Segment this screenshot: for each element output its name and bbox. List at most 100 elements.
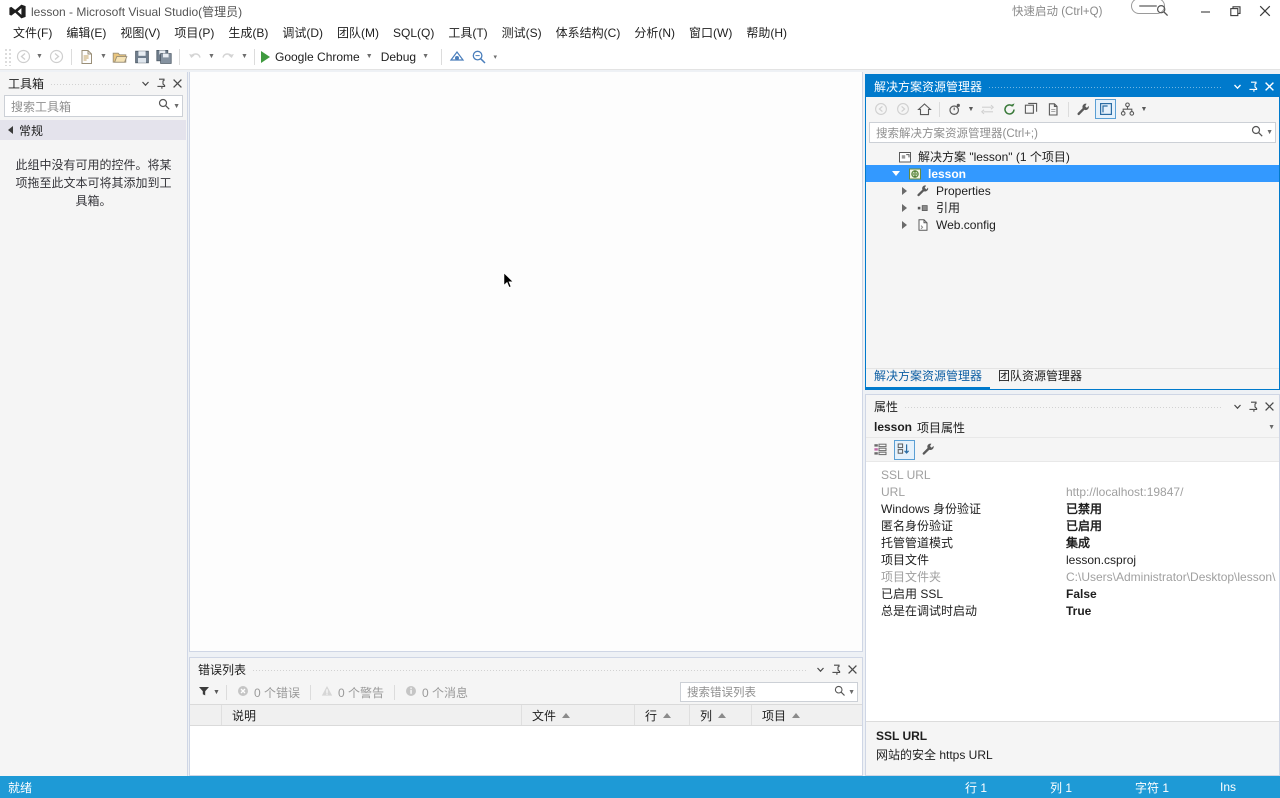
minimize-button[interactable] <box>1190 0 1220 22</box>
error-list-column-description[interactable]: 说明 <box>222 705 522 725</box>
chevron-down-icon[interactable] <box>812 660 828 678</box>
close-icon[interactable] <box>844 660 860 678</box>
search-icon[interactable] <box>1251 125 1264 141</box>
new-project-dropdown-icon[interactable]: ▼ <box>98 46 109 68</box>
pending-changes-filter-icon[interactable] <box>944 99 965 119</box>
property-value[interactable]: http://localhost:19847/ <box>1061 485 1279 499</box>
pin-icon[interactable] <box>1245 77 1261 95</box>
property-row[interactable]: 已启用 SSL False <box>866 585 1279 602</box>
search-icon[interactable] <box>158 98 171 114</box>
tree-expander-closed[interactable] <box>898 203 910 212</box>
forward-icon[interactable] <box>892 99 913 119</box>
close-icon[interactable] <box>1261 397 1277 415</box>
solution-explorer-search-input[interactable]: 搜索解决方案资源管理器(Ctrl+;) ▼ <box>869 122 1276 143</box>
tree-expander-closed[interactable] <box>898 186 910 195</box>
warning-count-toggle[interactable]: 0 个警告 <box>313 682 392 702</box>
start-debugging-button[interactable]: Google Chrome <box>259 46 364 68</box>
close-button[interactable] <box>1250 0 1280 22</box>
menu-debug[interactable]: 调试(D) <box>275 23 330 43</box>
tab-team-explorer[interactable]: 团队资源管理器 <box>990 365 1090 389</box>
property-row[interactable]: 总是在调试时启动 True <box>866 602 1279 619</box>
message-count-toggle[interactable]: 0 个消息 <box>397 682 476 702</box>
solution-explorer-overflow-icon[interactable]: ▼ <box>1139 99 1149 119</box>
pending-changes-dropdown-icon[interactable]: ▼ <box>966 99 976 119</box>
solution-explorer-drag-area[interactable] <box>988 75 1223 97</box>
toolbox-search-input[interactable]: 搜索工具箱 ▼ <box>4 95 183 117</box>
error-list-column-file[interactable]: 文件 <box>522 705 635 725</box>
property-row[interactable]: URL http://localhost:19847/ <box>866 483 1279 500</box>
menu-help[interactable]: 帮助(H) <box>739 23 794 43</box>
error-list-column-project[interactable]: 项目 <box>752 705 862 725</box>
tree-item-web-config[interactable]: Web.config <box>866 216 1279 233</box>
pin-icon[interactable] <box>153 74 169 92</box>
menu-view[interactable]: 视图(V) <box>113 23 167 43</box>
save-all-icon[interactable] <box>153 46 175 68</box>
categorized-view-icon[interactable] <box>870 440 891 460</box>
undo-dropdown-icon[interactable]: ▼ <box>206 46 217 68</box>
solution-configuration-combo[interactable]: Debug ▼ <box>375 47 437 67</box>
tree-expander-open[interactable] <box>890 171 902 176</box>
navigate-back-icon[interactable] <box>12 46 34 68</box>
home-icon[interactable] <box>914 99 935 119</box>
menu-tools[interactable]: 工具(T) <box>441 23 494 43</box>
alphabetical-sort-icon[interactable] <box>894 439 915 460</box>
save-icon[interactable] <box>131 46 153 68</box>
menu-project[interactable]: 项目(P) <box>167 23 221 43</box>
tree-item-references[interactable]: 引用 <box>866 199 1279 216</box>
quick-launch-box[interactable]: 快速启动 (Ctrl+Q) <box>1012 2 1172 20</box>
properties-drag-area[interactable] <box>904 395 1223 417</box>
error-list-drag-area[interactable] <box>252 658 806 680</box>
error-filter-button[interactable]: ▼ <box>194 682 224 702</box>
chevron-down-icon[interactable]: ▼ <box>1268 424 1275 431</box>
property-value[interactable]: False <box>1061 587 1279 601</box>
property-row[interactable]: Windows 身份验证 已禁用 <box>866 500 1279 517</box>
property-row[interactable]: 项目文件 lesson.csproj <box>866 551 1279 568</box>
solution-explorer-tree[interactable]: 解决方案 "lesson" (1 个项目) lesson Properties <box>866 146 1279 368</box>
tree-expander-closed[interactable] <box>898 220 910 229</box>
refresh-icon[interactable] <box>999 99 1020 119</box>
error-list-rows[interactable] <box>190 726 862 775</box>
chevron-down-icon[interactable]: ▼ <box>1266 129 1273 136</box>
properties-grid[interactable]: SSL URL URL http://localhost:19847/ Wind… <box>866 462 1279 721</box>
close-icon[interactable] <box>169 74 185 92</box>
navigate-forward-icon[interactable] <box>45 46 67 68</box>
open-file-icon[interactable] <box>109 46 131 68</box>
property-value[interactable]: lesson.csproj <box>1061 553 1279 567</box>
property-value[interactable]: True <box>1061 604 1279 618</box>
menu-architecture[interactable]: 体系结构(C) <box>549 23 628 43</box>
properties-wrench-icon[interactable] <box>1073 99 1094 119</box>
chevron-down-icon[interactable] <box>1229 397 1245 415</box>
back-icon[interactable] <box>870 99 891 119</box>
tree-item-properties[interactable]: Properties <box>866 182 1279 199</box>
search-icon[interactable] <box>834 685 846 700</box>
redo-dropdown-icon[interactable]: ▼ <box>239 46 250 68</box>
properties-object-selector[interactable]: lesson 项目属性 ▼ <box>866 417 1279 438</box>
error-count-toggle[interactable]: 0 个错误 <box>229 682 308 702</box>
toolbar-grip[interactable] <box>4 47 12 66</box>
property-row[interactable]: 托管管道模式 集成 <box>866 534 1279 551</box>
menu-test[interactable]: 测试(S) <box>495 23 549 43</box>
redo-icon[interactable] <box>217 46 239 68</box>
tree-item-solution[interactable]: 解决方案 "lesson" (1 个项目) <box>866 148 1279 165</box>
toolbox-drag-area[interactable] <box>50 72 131 94</box>
menu-team[interactable]: 团队(M) <box>330 23 386 43</box>
maximize-restore-button[interactable] <box>1220 0 1250 22</box>
tree-item-project-lesson[interactable]: lesson <box>866 165 1279 182</box>
pin-icon[interactable] <box>828 660 844 678</box>
menu-sql[interactable]: SQL(Q) <box>386 23 441 43</box>
toolbar-overflow-icon[interactable]: ▾ <box>490 46 501 68</box>
menu-build[interactable]: 生成(B) <box>221 23 275 43</box>
collapse-all-icon[interactable] <box>1021 99 1042 119</box>
new-project-icon[interactable] <box>76 46 98 68</box>
pin-icon[interactable] <box>1245 397 1261 415</box>
property-row[interactable]: SSL URL <box>866 466 1279 483</box>
preview-selected-items-icon[interactable] <box>1095 99 1116 119</box>
find-in-files-icon[interactable] <box>468 46 490 68</box>
menu-window[interactable]: 窗口(W) <box>682 23 739 43</box>
property-value[interactable]: 集成 <box>1061 534 1279 551</box>
property-row[interactable]: 匿名身份验证 已启用 <box>866 517 1279 534</box>
class-view-icon[interactable] <box>1117 99 1138 119</box>
chevron-down-icon[interactable] <box>137 74 153 92</box>
menu-analyze[interactable]: 分析(N) <box>627 23 682 43</box>
chevron-down-icon[interactable]: ▼ <box>173 103 180 110</box>
